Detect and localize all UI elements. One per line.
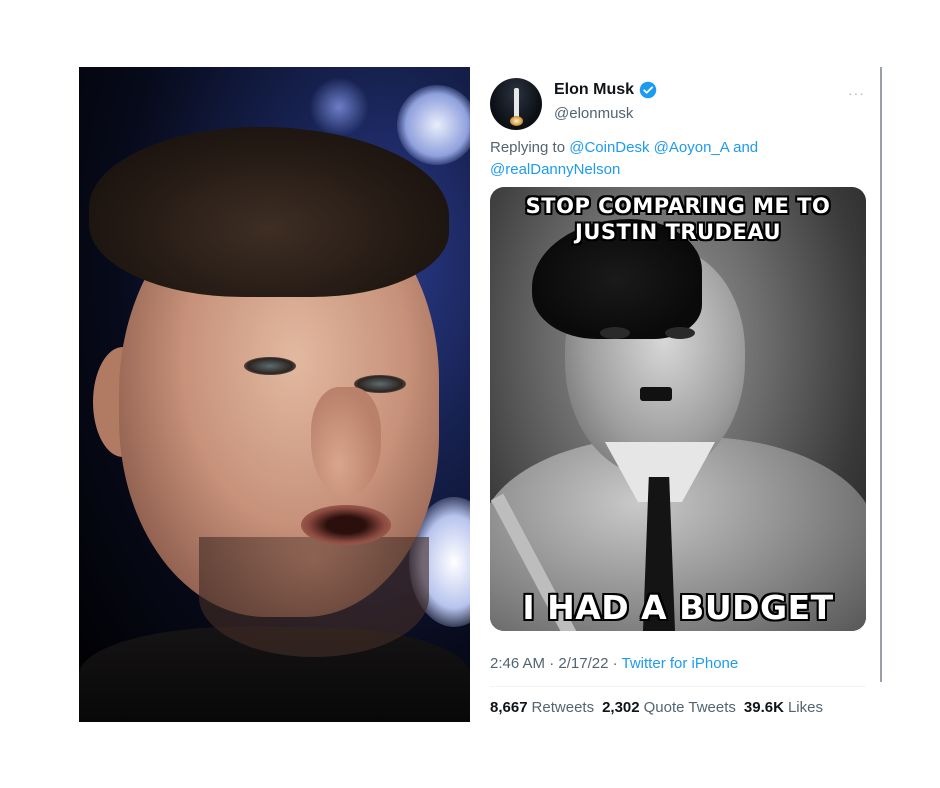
meme-bottom-caption: I HAD A BUDGET [522,588,834,627]
author-name[interactable]: Elon Musk [554,81,634,99]
tweet-meme-image[interactable]: STOP COMPARING ME TO JUSTIN TRUDEAU I HA… [490,187,866,631]
background-light [309,77,369,137]
likes-count: 39.6K [743,699,784,716]
reply-prefix: Replying to [490,139,566,156]
tweet-stats: 8,667 Retweets 2,302 Quote Tweets 39.6K Lik… [490,699,823,716]
quote-tweets-label: Quote Tweets [643,699,736,716]
verified-badge-icon [639,81,657,99]
portrait-mouth [301,505,391,545]
rocket-flame [510,116,523,126]
source-app-link[interactable]: Twitter for iPhone [622,655,739,672]
portrait-stubble [199,537,429,657]
reply-context: Replying to @CoinDesk @Aoyon_A and @real… [490,137,850,181]
retweets-stat[interactable]: 8,667 Retweets [490,699,594,716]
likes-stat[interactable]: 39.6K Likes [744,699,823,716]
meta-separator: · [612,655,618,672]
quote-tweets-count: 2,302 [602,699,640,716]
tweet-timestamp-row: 2:46 AM · 2/17/22 · Twitter for iPhone [490,655,738,672]
portrait-eye [244,357,296,375]
meme-eye [600,327,630,339]
more-options-icon[interactable]: ··· [848,85,865,101]
author-name-row: Elon Musk [554,81,657,99]
stats-divider [490,686,866,687]
rocket-icon [514,88,519,118]
meme-eye [665,327,695,339]
tweet-card: Elon Musk @elonmusk ··· Replying to @Coi… [488,67,880,722]
mention-link[interactable]: @CoinDesk [569,139,649,156]
mention-link[interactable]: @Aoyon_A [654,139,729,156]
author-avatar[interactable] [490,78,542,130]
likes-label: Likes [787,699,823,716]
meta-separator: · [549,655,555,672]
reply-joiner[interactable]: and [733,139,758,156]
portrait-nose [311,387,381,497]
author-handle[interactable]: @elonmusk [554,105,633,122]
meme-mustache [640,387,672,401]
mention-link[interactable]: @realDannyNelson [490,161,620,178]
retweets-count: 8,667 [490,699,528,716]
tweet-date[interactable]: 2/17/22 [558,655,608,672]
tweet-time[interactable]: 2:46 AM [490,655,545,672]
portrait-hair [89,127,449,297]
quote-tweets-stat[interactable]: 2,302 Quote Tweets [602,699,736,716]
retweets-label: Retweets [531,699,595,716]
portrait-photo [79,67,470,722]
background-light [397,85,470,165]
meme-top-caption: STOP COMPARING ME TO JUSTIN TRUDEAU [525,194,831,244]
scrollbar-track[interactable] [880,67,882,682]
